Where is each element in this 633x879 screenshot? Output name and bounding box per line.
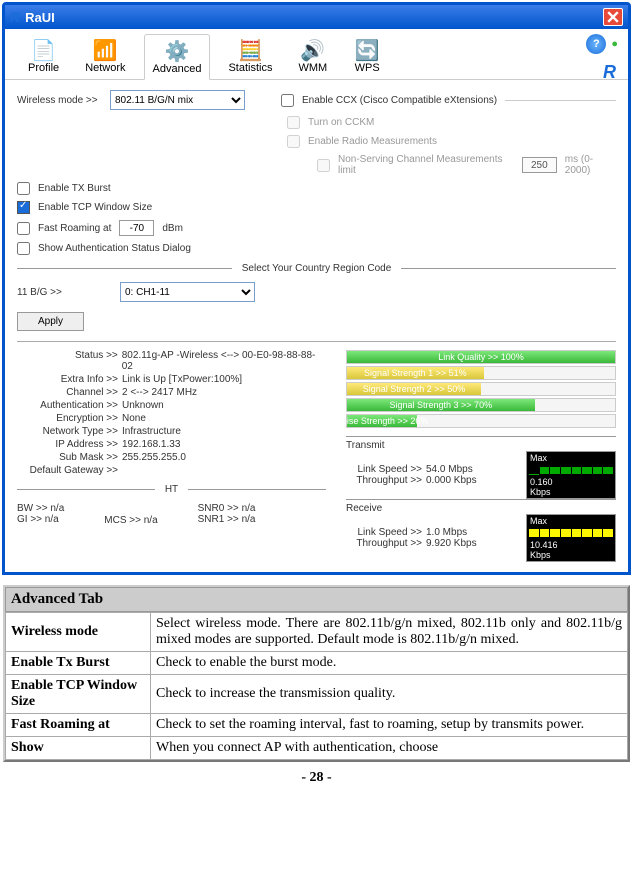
enable-ccx-label: Enable CCX (Cisco Compatible eXtensions) (302, 95, 497, 106)
status-row: Network Type >>Infrastructure (17, 426, 326, 437)
tab-network[interactable]: 📶 Network (77, 34, 133, 79)
doc-row: Enable TCP Window SizeCheck to increase … (6, 675, 628, 714)
doc-table-header: Advanced Tab (5, 587, 628, 612)
status-row: Authentication >>Unknown (17, 400, 326, 411)
receive-section: Receive Link Speed >>1.0 Mbps Throughput… (346, 499, 616, 562)
tab-wps[interactable]: 🔄 WPS (345, 34, 389, 79)
status-info: Status >>802.11g-AP -Wireless <--> 00-E0… (17, 350, 326, 562)
enable-tx-burst-checkbox[interactable] (17, 182, 30, 195)
fast-roaming-unit: dBm (162, 223, 183, 234)
advanced-icon: ⚙️ (163, 39, 191, 63)
statistics-icon: 🧮 (236, 38, 264, 62)
fast-roaming-input[interactable] (119, 220, 154, 236)
page-number: - 28 - (0, 770, 633, 786)
apply-button[interactable]: Apply (17, 312, 84, 331)
tab-wmm[interactable]: 🔊 WMM (290, 34, 335, 79)
app-window: R RaUI 📄 Profile 📶 Network ⚙️ Advanced 🧮… (2, 2, 631, 575)
status-row: Status >>802.11g-AP -Wireless <--> 00-E0… (17, 350, 326, 372)
turn-on-cckm-checkbox (287, 116, 300, 129)
enable-radio-measurements-checkbox (287, 135, 300, 148)
non-serving-label-prefix: Non-Serving Channel Measurements limit (338, 154, 514, 176)
quality-bar: Noise Strength >> 26% (346, 414, 616, 428)
tab-advanced[interactable]: ⚙️ Advanced (144, 34, 211, 80)
status-row: IP Address >>192.168.1.33 (17, 439, 326, 450)
wmm-icon: 🔊 (299, 38, 327, 62)
quality-bar: Signal Strength 3 >> 70% (346, 398, 616, 412)
quality-bar: Signal Strength 1 >> 51% (346, 366, 616, 380)
quality-bar: Signal Strength 2 >> 50% (346, 382, 616, 396)
enable-tcp-window-checkbox[interactable] (17, 201, 30, 214)
documentation-table: Advanced Tab Wireless modeSelect wireles… (3, 585, 630, 762)
non-serving-checkbox (317, 159, 330, 172)
status-row: Default Gateway >> (17, 465, 326, 476)
show-auth-label: Show Authentication Status Dialog (38, 243, 191, 254)
enable-radio-measurements-label: Enable Radio Measurements (308, 136, 437, 147)
tab-statistics[interactable]: 🧮 Statistics (220, 34, 280, 79)
help-icon[interactable]: ? (586, 34, 606, 54)
fast-roaming-checkbox[interactable] (17, 222, 30, 235)
transmit-section: Transmit Link Speed >>54.0 Mbps Throughp… (346, 436, 616, 499)
wps-icon: 🔄 (353, 38, 381, 62)
wireless-mode-label: Wireless mode >> (17, 95, 102, 106)
status-row: Encryption >>None (17, 413, 326, 424)
network-icon: 📶 (91, 38, 119, 62)
tab-bar: 📄 Profile 📶 Network ⚙️ Advanced 🧮 Statis… (5, 29, 628, 80)
enable-tcp-window-label: Enable TCP Window Size (38, 202, 152, 213)
enable-tx-burst-label: Enable TX Burst (38, 183, 111, 194)
country-section-header: Select Your Country Region Code (17, 263, 616, 274)
tab-profile[interactable]: 📄 Profile (20, 34, 67, 79)
brand-logo: R (603, 62, 616, 83)
quality-bar: Link Quality >> 100% (346, 350, 616, 364)
fast-roaming-label: Fast Roaming at (38, 223, 111, 234)
doc-row: Enable Tx BurstCheck to enable the burst… (6, 652, 628, 675)
window-title: RaUI (25, 10, 55, 25)
bg-label: 11 B/G >> (17, 287, 112, 298)
wireless-mode-select[interactable]: 802.11 B/G/N mix (110, 90, 245, 110)
quality-bars: Link Quality >> 100% Signal Strength 1 >>… (346, 350, 616, 428)
transmit-meter: Max 0.160Kbps (526, 451, 616, 499)
non-serving-input (522, 157, 557, 173)
profile-icon: 📄 (30, 38, 58, 62)
close-button[interactable] (603, 8, 623, 26)
status-row: Sub Mask >>255.255.255.0 (17, 452, 326, 463)
doc-row: Fast Roaming atCheck to set the roaming … (6, 714, 628, 737)
doc-row: Wireless modeSelect wireless mode. There… (6, 613, 628, 652)
turn-on-cckm-label: Turn on CCKM (308, 117, 374, 128)
status-icon: ● (611, 38, 618, 50)
titlebar[interactable]: R RaUI (5, 5, 628, 29)
app-icon: R (10, 9, 20, 25)
enable-ccx-checkbox[interactable] (281, 94, 294, 107)
non-serving-label-suffix: ms (0-2000) (565, 154, 616, 176)
doc-row: ShowWhen you connect AP with authenticat… (6, 737, 628, 760)
bg-channel-select[interactable]: 0: CH1-11 (120, 282, 255, 302)
receive-meter: Max 10.416Kbps (526, 514, 616, 562)
show-auth-checkbox[interactable] (17, 242, 30, 255)
ht-section-header: HT (17, 484, 326, 495)
status-row: Extra Info >>Link is Up [TxPower:100%] (17, 374, 326, 385)
status-row: Channel >>2 <--> 2417 MHz (17, 387, 326, 398)
